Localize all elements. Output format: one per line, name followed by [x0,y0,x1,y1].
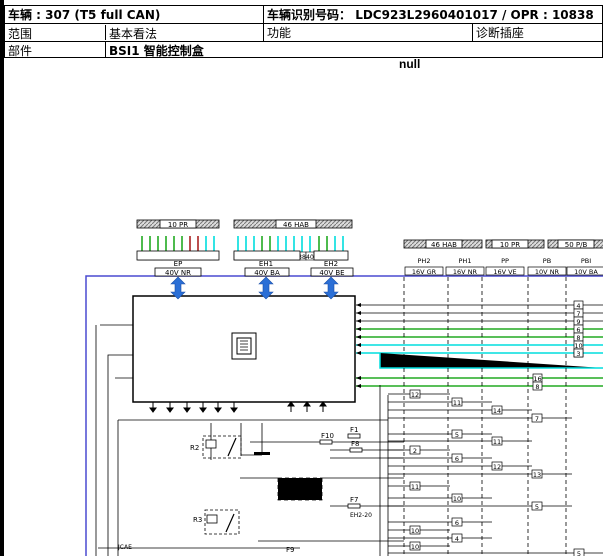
side-pin-number: 3 [576,350,580,358]
right-connectors: 46 HAB 10 PR 50 P/B PH2 16V GR PH1 16V NR PP… [403,239,603,276]
connector-eh2-code: EH2 [324,260,338,268]
chip-icon [231,332,257,360]
pin-number-label: 7 [535,415,539,423]
right-conn-code: PH2 [418,257,431,265]
fuse-f8: F8 [351,440,359,448]
right-conn-0-name: 46 HAB [431,241,457,249]
pin-number-label: 10 [411,527,419,535]
pin-number: 40 [306,254,314,261]
right-conn-3-name: 50 P/B [565,241,588,249]
connector-eh2: 35373940 EH2 40V BE [310,236,354,277]
right-conn-code: PB [543,257,551,265]
right-conn-spec: 10V BA [574,268,598,276]
connector-eh1-name: 46 HAB [283,221,309,229]
right-conn-code: PBI [581,257,591,265]
pin-number-label: 2 [413,447,417,455]
fuse-f7: F7 [350,496,358,504]
pin-number-label: 11 [411,483,419,491]
pin-number-label: 14 [493,407,501,415]
pin-number-label: 5 [577,550,581,556]
right-conn-spec: 16V NR [453,268,478,276]
relay-r3: R3 [193,509,240,535]
pin-number-label: 11 [493,438,501,446]
bsi-bottom-arrows [149,401,327,413]
side-pin-number: 8 [535,383,539,391]
jcae-label: JCAE [117,544,132,551]
right-conn-code: PH1 [459,257,472,265]
pin-number-label: 10 [411,543,419,551]
pin-number-label: 12 [411,391,419,399]
right-conn-2-name: 10 PR [500,241,520,249]
pin-number-label: 6 [455,455,459,463]
right-conn-code: PP [501,257,509,265]
fuse-f9: F9 [286,546,294,554]
connector-ep-name: 10 PR [168,221,188,229]
relay-r2: R2 [190,435,270,459]
switch-sh-label: SH [284,491,292,498]
connector-eh1-spec: 40V BA [254,269,280,277]
fuse-f1: F1 [350,426,358,434]
pin-number-label: 11 [453,399,461,407]
right-conn-spec: 16V GR [412,268,437,276]
wiring-diagram: 10 PR 241213242829343537 EP 40V NR 46 HA… [85,219,603,556]
connector-eh1-code: EH1 [259,260,273,268]
fuse-f10: F10 [321,432,334,440]
connector-ep-code: EP [174,260,183,268]
pin-number-label: 5 [535,503,539,511]
connector-ep: 10 PR 241213242829343537 EP 40V NR [136,219,220,277]
pin-number-label: 12 [493,463,501,471]
relay-r3-label: R3 [193,516,202,524]
right-conn-spec: 10V NR [535,268,560,276]
pin-number-label: 4 [455,535,459,543]
pin-number-label: 6 [455,519,459,527]
pin-number-label: 5 [455,431,459,439]
right-conn-spec: 16V VE [493,268,516,276]
relay-r2-label: R2 [190,444,199,452]
eh2-20-label: EH2-20 [350,512,372,519]
connector-ep-spec: 40V NR [165,269,191,277]
pin-number-label: 10 [453,495,461,503]
connector-eh2-spec: 40V BE [319,269,344,277]
pin-number-boxes: 12 11 14 7 5 11 2 6 12 13 11 10 5 6 10 4 10 5 [388,389,603,556]
pin-number-label: 13 [533,471,541,479]
